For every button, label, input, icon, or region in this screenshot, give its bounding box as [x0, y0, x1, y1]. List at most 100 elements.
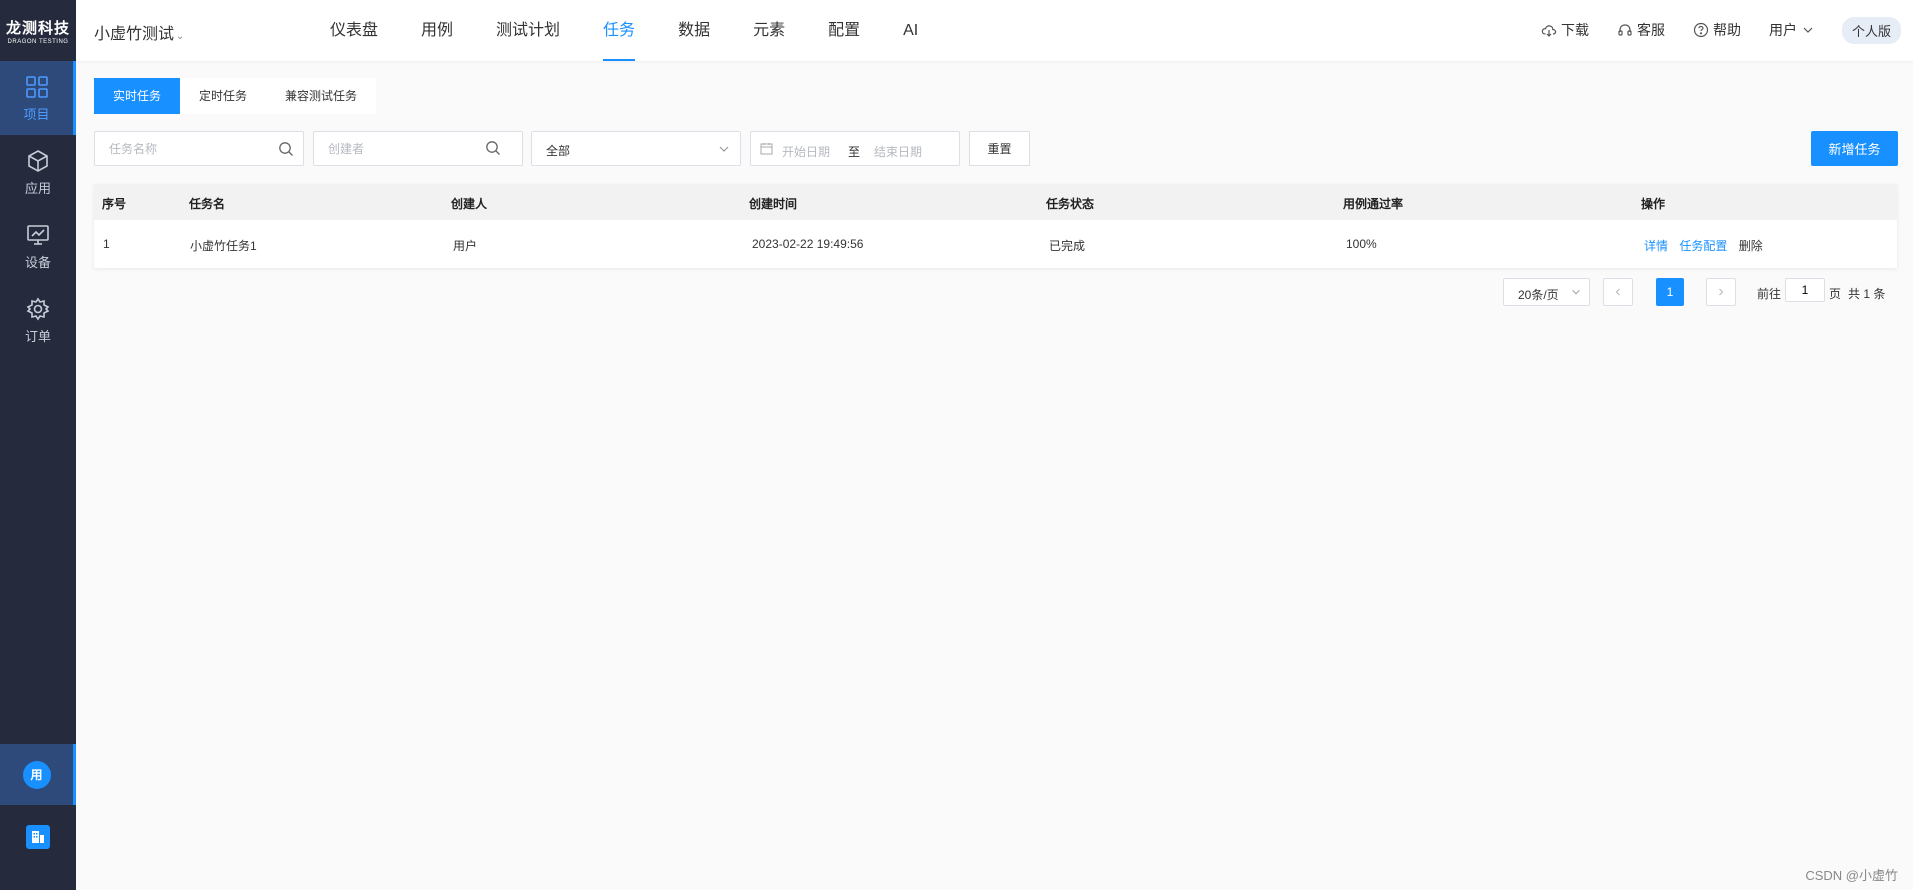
- task-name-input[interactable]: [95, 132, 303, 165]
- details-link[interactable]: 详情: [1644, 239, 1668, 253]
- monitor-icon: [27, 224, 49, 245]
- sidebar-item-label: 应用: [24, 180, 51, 196]
- nav-cases[interactable]: 用例: [421, 0, 453, 61]
- sidebar-item-label: 设备: [24, 254, 51, 270]
- next-page-button[interactable]: [1706, 278, 1736, 306]
- gear-icon: [26, 297, 50, 320]
- grid-icon: [25, 75, 48, 98]
- top-bar: 小虚竹测试⌄ 仪表盘 用例 测试计划 任务 数据 元素 配置 AI 下载 客服: [76, 0, 1913, 61]
- chevron-down-icon: ⌄: [176, 31, 185, 42]
- column-header-creator: 创建人: [451, 197, 488, 211]
- building-icon: [26, 825, 50, 849]
- nav-dashboard[interactable]: 仪表盘: [330, 0, 378, 61]
- cell-created-at: 2023-02-22 19:49:56: [752, 237, 864, 251]
- task-name-search: [94, 131, 304, 166]
- column-header-index: 序号: [102, 197, 127, 211]
- end-date[interactable]: 结束日期: [874, 143, 922, 160]
- total-count: 共 1 条: [1848, 287, 1886, 301]
- tab-scheduled-tasks[interactable]: 定时任务: [180, 78, 266, 114]
- tab-compatibility-tasks[interactable]: 兼容测试任务: [266, 78, 376, 114]
- goto-page-input[interactable]: [1786, 279, 1824, 301]
- sidebar-item-label: 项目: [23, 106, 50, 122]
- delete-link[interactable]: 删除: [1739, 239, 1763, 253]
- service-label: 客服: [1636, 22, 1665, 38]
- page-size-select[interactable]: 20条/页: [1503, 278, 1590, 306]
- nav-tasks[interactable]: 任务: [603, 0, 636, 61]
- cell-actions: 详情 任务配置 删除: [1644, 237, 1763, 254]
- user-label: 用户: [1768, 22, 1797, 38]
- watermark: CSDN @小虚竹: [1805, 868, 1898, 883]
- project-selector[interactable]: 小虚竹测试 ⌄: [94, 20, 184, 44]
- task-table: 序号 任务名 创建人 创建时间 任务状态 用例通过率 操作 1 小虚竹任务1 用…: [94, 184, 1897, 268]
- cell-pass-rate: 100%: [1346, 237, 1377, 251]
- status-select[interactable]: 全部: [531, 131, 741, 166]
- help-button[interactable]: 帮助: [1693, 20, 1741, 40]
- calendar-icon: [760, 143, 773, 155]
- nav-ai[interactable]: AI: [903, 0, 918, 61]
- avatar[interactable]: 用: [22, 760, 51, 789]
- reset-button[interactable]: 重置: [969, 131, 1030, 166]
- chevron-right-icon: [1719, 288, 1724, 296]
- cell-creator: 用户: [453, 239, 478, 253]
- task-type-tabs: 实时任务 定时任务 兼容测试任务: [94, 78, 377, 114]
- customer-service-button[interactable]: 客服: [1617, 20, 1665, 40]
- chevron-down-icon: [1803, 27, 1813, 33]
- plan-badge[interactable]: 个人版: [1841, 16, 1901, 44]
- page-size-value: 20条/页: [1518, 288, 1559, 302]
- goto-suffix: 页: [1829, 287, 1842, 301]
- search-icon[interactable]: [485, 140, 501, 156]
- nav-data[interactable]: 数据: [678, 0, 710, 61]
- column-header-created-at: 创建时间: [749, 197, 798, 211]
- search-icon[interactable]: [278, 141, 294, 157]
- prev-page-button[interactable]: [1603, 278, 1633, 306]
- logo: 龙测科技 DRAGON TESTING: [0, 0, 76, 61]
- project-name: 小虚竹测试: [94, 26, 175, 43]
- cell-index: 1: [103, 237, 110, 251]
- start-date[interactable]: 开始日期: [782, 143, 830, 160]
- add-task-button[interactable]: 新增任务: [1811, 131, 1898, 166]
- sidebar: 龙测科技 DRAGON TESTING 项目 应用 设备 订单 用: [0, 0, 76, 890]
- goto-page-field: [1785, 278, 1825, 302]
- task-config-link[interactable]: 任务配置: [1679, 239, 1727, 253]
- nav-elements[interactable]: 元素: [753, 0, 785, 61]
- table-header: 序号 任务名 创建人 创建时间 任务状态 用例通过率 操作: [94, 184, 1897, 220]
- top-right-actions: 下载 客服 帮助 用户 个人版: [1541, 16, 1901, 44]
- chevron-down-icon: [719, 146, 729, 152]
- creator-search: [313, 131, 523, 166]
- download-button[interactable]: 下载: [1541, 20, 1589, 40]
- goto-prefix: 前往: [1757, 287, 1782, 301]
- column-header-status: 任务状态: [1046, 197, 1095, 211]
- chevron-left-icon: [1615, 288, 1620, 296]
- cloud-download-icon: [1541, 25, 1557, 37]
- date-separator: 至: [848, 145, 861, 159]
- tab-realtime-tasks[interactable]: 实时任务: [94, 78, 181, 114]
- download-label: 下载: [1560, 22, 1589, 38]
- column-header-pass-rate: 用例通过率: [1343, 197, 1404, 211]
- page-number[interactable]: 1: [1656, 278, 1684, 306]
- main-nav: 仪表盘 用例 测试计划 任务 数据 元素 配置 AI: [330, 0, 961, 61]
- status-select-value: 全部: [546, 144, 571, 158]
- sidebar-item-app[interactable]: 应用: [0, 135, 76, 209]
- nav-test-plan[interactable]: 测试计划: [496, 0, 560, 61]
- organization-button[interactable]: [0, 811, 76, 863]
- nav-config[interactable]: 配置: [828, 0, 860, 61]
- date-range-picker[interactable]: 开始日期 至 结束日期: [750, 131, 960, 166]
- column-header-name: 任务名: [189, 197, 226, 211]
- logo-subtext: DRAGON TESTING: [7, 38, 69, 45]
- help-label: 帮助: [1712, 22, 1741, 38]
- sidebar-item-order[interactable]: 订单: [0, 283, 76, 357]
- sidebar-item-device[interactable]: 设备: [0, 209, 76, 283]
- help-icon: [1693, 22, 1709, 38]
- sidebar-item-project[interactable]: 项目: [0, 61, 76, 135]
- chevron-down-icon: [1572, 289, 1580, 295]
- cube-icon: [28, 149, 48, 172]
- user-menu[interactable]: 用: [0, 744, 76, 805]
- column-header-actions: 操作: [1641, 197, 1666, 211]
- sidebar-item-label: 订单: [24, 328, 51, 344]
- headset-icon: [1618, 24, 1632, 36]
- cell-name: 小虚竹任务1: [190, 239, 257, 253]
- logo-text: 龙测科技: [5, 19, 70, 37]
- user-dropdown[interactable]: 用户: [1769, 20, 1814, 40]
- cell-status: 已完成: [1049, 239, 1086, 253]
- table-row: 1 小虚竹任务1 用户 2023-02-22 19:49:56 已完成 100%…: [94, 220, 1897, 268]
